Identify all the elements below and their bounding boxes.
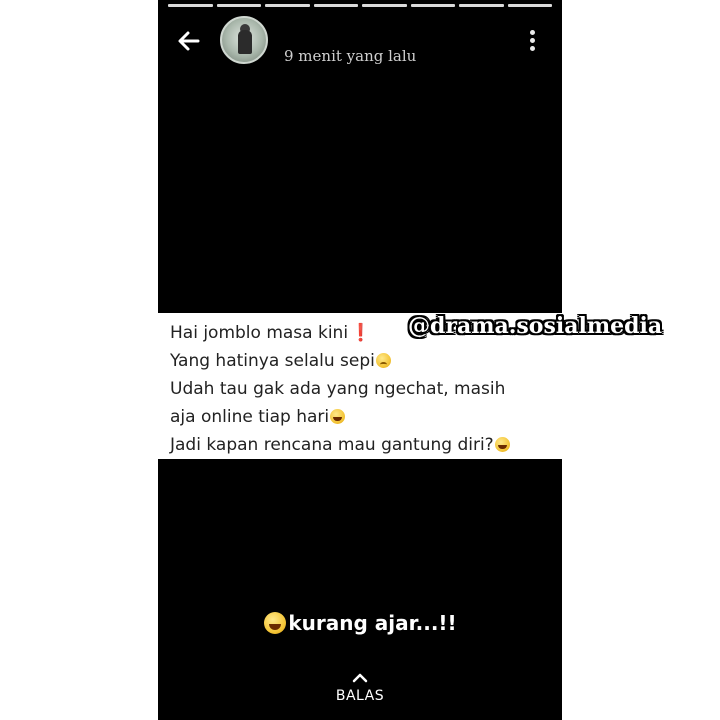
watermark-text: @drama.sosialmedia	[408, 313, 663, 339]
exclamation-icon: ❗	[350, 323, 372, 343]
progress-segment	[507, 4, 552, 7]
laugh-cry-emoji	[264, 612, 287, 634]
progress-segment	[216, 4, 261, 7]
progress-segment	[410, 4, 455, 7]
more-vert-icon[interactable]	[528, 30, 536, 54]
reply-message: kurang ajar...!!	[158, 611, 562, 635]
progress-segment	[265, 4, 310, 7]
back-arrow-icon[interactable]	[176, 28, 202, 54]
avatar-figure-body	[238, 30, 252, 54]
sad-face-emoji	[375, 353, 391, 368]
progress-segment	[168, 4, 213, 7]
progress-segment	[313, 4, 358, 7]
progress-segment	[362, 4, 407, 7]
laugh-cry-emoji	[494, 437, 510, 452]
caption-line: Udah tau gak ada yang ngechat, masih	[170, 379, 506, 399]
story-screen: 9 menit yang lalu Hai jomblo masa kini ❗ …	[158, 0, 562, 720]
post-timestamp: 9 menit yang lalu	[284, 47, 417, 65]
chevron-up-icon[interactable]	[352, 668, 368, 683]
story-progress-bar	[168, 4, 552, 7]
caption-line: aja online tiap hari	[170, 407, 346, 427]
caption-line: Jadi kapan rencana mau gantung diri?	[170, 435, 510, 455]
progress-segment	[459, 4, 504, 7]
caption-line: Hai jomblo masa kini ❗	[170, 323, 372, 343]
reply-button[interactable]: BALAS	[158, 688, 562, 704]
avatar[interactable]	[220, 16, 268, 64]
laugh-cry-emoji	[330, 409, 346, 424]
caption-line: Yang hatinya selalu sepi	[170, 351, 391, 371]
